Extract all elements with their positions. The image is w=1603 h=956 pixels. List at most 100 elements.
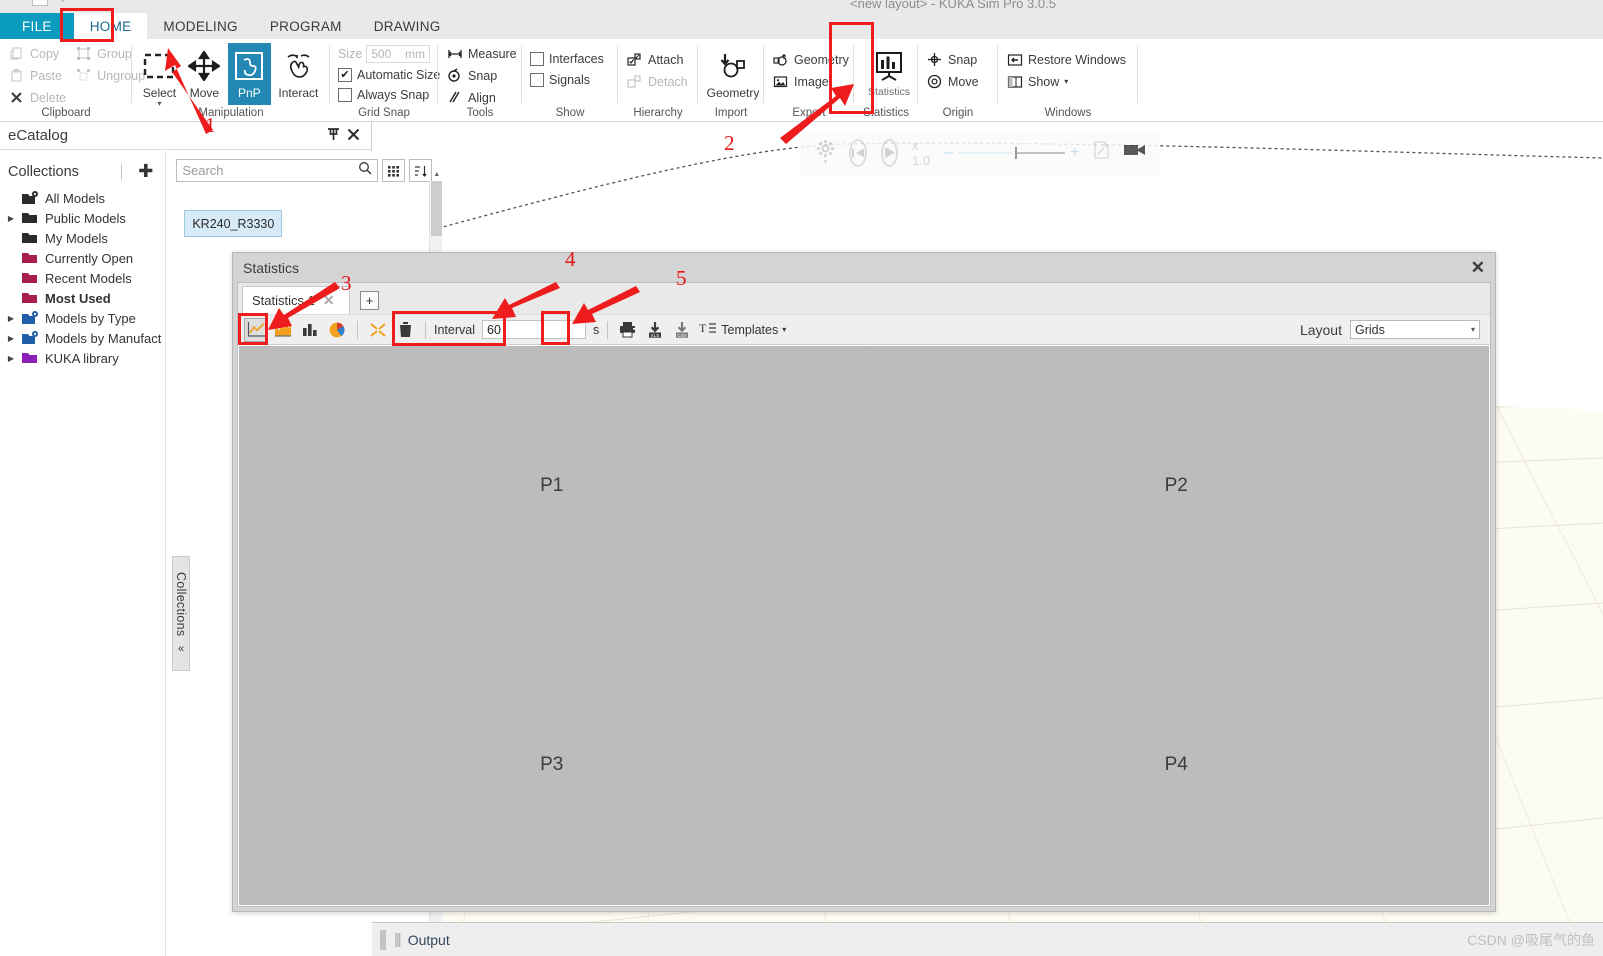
add-tab-icon[interactable]: + — [360, 291, 379, 310]
automatic-size-checkbox[interactable] — [338, 68, 352, 82]
output-grip-handle[interactable] — [380, 929, 386, 950]
interfaces-checkbox[interactable] — [530, 52, 544, 66]
restore-windows-command[interactable]: Restore Windows — [1004, 49, 1132, 70]
paste-command[interactable]: Paste — [6, 65, 71, 86]
size-input[interactable]: 500 mm — [366, 45, 430, 63]
tab-close-icon[interactable]: ✕ — [323, 292, 335, 309]
speed-minus-icon[interactable]: – — [944, 144, 953, 162]
speed-plus-icon[interactable]: + — [1070, 144, 1079, 162]
tree-item-most-used[interactable]: Most Used — [0, 288, 165, 308]
automatic-size-row[interactable]: Automatic Size — [336, 65, 440, 85]
show-windows-caret-icon[interactable]: ▾ — [1064, 74, 1068, 90]
plus-icon[interactable]: ✚ — [138, 161, 153, 182]
pnp-button[interactable]: PnP — [227, 43, 271, 105]
line-chart-icon[interactable] — [244, 317, 268, 342]
trash-icon[interactable] — [393, 318, 417, 342]
pie-chart-icon[interactable] — [325, 318, 349, 342]
expand-arrow-icon[interactable]: ▶ — [6, 314, 16, 323]
bar-chart-icon[interactable] — [298, 318, 322, 342]
statistics-tab-strip[interactable]: Statistics 1 ✕ + — [238, 283, 1490, 314]
align-command[interactable]: Align — [444, 87, 516, 108]
quick-access-toolbar[interactable]: ▾ — [8, 0, 66, 6]
scrollbar-thumb[interactable] — [431, 181, 443, 236]
print-icon[interactable] — [616, 318, 640, 342]
model-card-kr240[interactable]: KR240_R3330 — [184, 210, 283, 237]
dialog-close-icon[interactable]: ✕ — [1471, 258, 1485, 278]
origin-move-command[interactable]: Move — [924, 71, 992, 92]
tab-modeling[interactable]: MODELING — [147, 13, 253, 39]
tab-home[interactable]: HOME — [73, 13, 148, 39]
tab-program[interactable]: PROGRAM — [254, 13, 358, 39]
templates-button[interactable]: T Templates ▾ — [699, 321, 786, 338]
export-xls-icon[interactable]: XLS — [643, 318, 667, 342]
interfaces-command[interactable]: Interfaces — [528, 49, 612, 69]
export-csv-icon[interactable]: CSV — [670, 318, 694, 342]
select-button[interactable]: Select ▾ — [138, 43, 181, 108]
export-geometry-command[interactable]: Geometry — [770, 49, 849, 70]
tab-drawing[interactable]: DRAWING — [358, 13, 457, 39]
speed-slider-knob[interactable] — [1014, 146, 1017, 159]
measure-command[interactable]: Measure — [444, 43, 517, 64]
layout-select[interactable]: Grids ▾ — [1350, 320, 1480, 339]
origin-snap-command[interactable]: Snap — [924, 49, 992, 70]
record-video-button[interactable] — [1124, 143, 1146, 162]
statistics-dialog[interactable]: Statistics ✕ Statistics 1 ✕ + Interval 6… — [232, 252, 1496, 912]
export-pdf-button[interactable] — [1093, 141, 1110, 164]
interval-input[interactable] — [482, 320, 586, 339]
statistics-panel-p3[interactable]: P3 — [240, 626, 864, 904]
signals-checkbox[interactable] — [530, 73, 544, 87]
output-bar[interactable]: ||| Output — [372, 922, 1603, 956]
expand-arrow-icon[interactable]: ▶ — [6, 334, 16, 343]
play-button[interactable] — [881, 138, 898, 167]
area-chart-icon[interactable] — [271, 318, 295, 342]
expand-arrow-icon[interactable]: ▶ — [6, 214, 16, 223]
always-snap-checkbox[interactable] — [338, 88, 352, 102]
layout-control[interactable]: Layout Grids ▾ — [1300, 320, 1484, 339]
ribbon-tab-strip[interactable]: FILE HOME MODELING PROGRAM DRAWING — [0, 13, 1603, 39]
shuffle-icon[interactable] — [366, 318, 390, 342]
statistics-button[interactable]: Statistics — [860, 43, 918, 98]
tree-item-models-by-manufacturer[interactable]: ▶ Models by Manufact — [0, 328, 165, 348]
tree-item-all-models[interactable]: All Models — [0, 188, 165, 208]
delete-command[interactable]: Delete — [6, 87, 71, 108]
close-icon[interactable] — [343, 128, 363, 144]
statistics-toolbar[interactable]: Interval s XLS CSV T Te — [238, 314, 1490, 345]
show-windows-command[interactable]: Show ▾ — [1004, 71, 1132, 92]
tree-item-models-by-type[interactable]: ▶ Models by Type — [0, 308, 165, 328]
tree-item-recent-models[interactable]: Recent Models — [0, 268, 165, 288]
scroll-up-icon[interactable]: ▲ — [430, 168, 443, 181]
playback-settings-button[interactable]: ▾ — [816, 139, 835, 166]
copy-command[interactable]: Copy — [6, 43, 71, 64]
snap-command[interactable]: Snap — [444, 65, 516, 86]
interval-control[interactable]: Interval s — [434, 320, 599, 339]
speed-slider-track-right[interactable] — [1014, 146, 1065, 159]
detach-command[interactable]: Detach — [624, 71, 692, 92]
search-input[interactable] — [182, 163, 359, 178]
tree-item-public-models[interactable]: ▶ Public Models — [0, 208, 165, 228]
pin-icon[interactable] — [323, 127, 343, 144]
reset-button[interactable] — [849, 138, 867, 167]
undo-icon[interactable] — [32, 0, 48, 6]
speed-slider[interactable]: – + — [944, 144, 1079, 162]
interact-button[interactable]: Interact — [273, 43, 324, 107]
chevron-down-icon[interactable]: ▾ — [1471, 325, 1475, 334]
speed-slider-track[interactable] — [957, 151, 1012, 154]
statistics-panel-p2[interactable]: P2 — [864, 347, 1488, 625]
collapse-chevron-icon[interactable]: « — [178, 643, 184, 655]
sort-icon[interactable] — [409, 159, 433, 182]
tree-item-my-models[interactable]: My Models — [0, 228, 165, 248]
expand-arrow-icon[interactable]: ▶ — [6, 354, 16, 363]
playback-toolbar[interactable]: ▾ x 1.0 – + — [800, 130, 1160, 175]
statistics-panel-p1[interactable]: P1 — [240, 347, 864, 625]
templates-caret-icon[interactable]: ▾ — [782, 325, 786, 334]
statistics-tab-1[interactable]: Statistics 1 ✕ — [242, 286, 350, 314]
attach-command[interactable]: Attach — [624, 49, 692, 70]
grid-view-icon[interactable] — [382, 159, 406, 182]
collections-side-tab[interactable]: Collections « — [172, 556, 190, 671]
search-icon[interactable] — [358, 161, 372, 180]
tab-file[interactable]: FILE — [0, 13, 74, 39]
tree-item-kuka-library[interactable]: ▶ KUKA library — [0, 348, 165, 368]
qat-dropdown-icon[interactable]: ▾ — [60, 0, 66, 5]
search-box[interactable] — [176, 159, 379, 182]
move-button[interactable]: Move — [183, 43, 226, 107]
